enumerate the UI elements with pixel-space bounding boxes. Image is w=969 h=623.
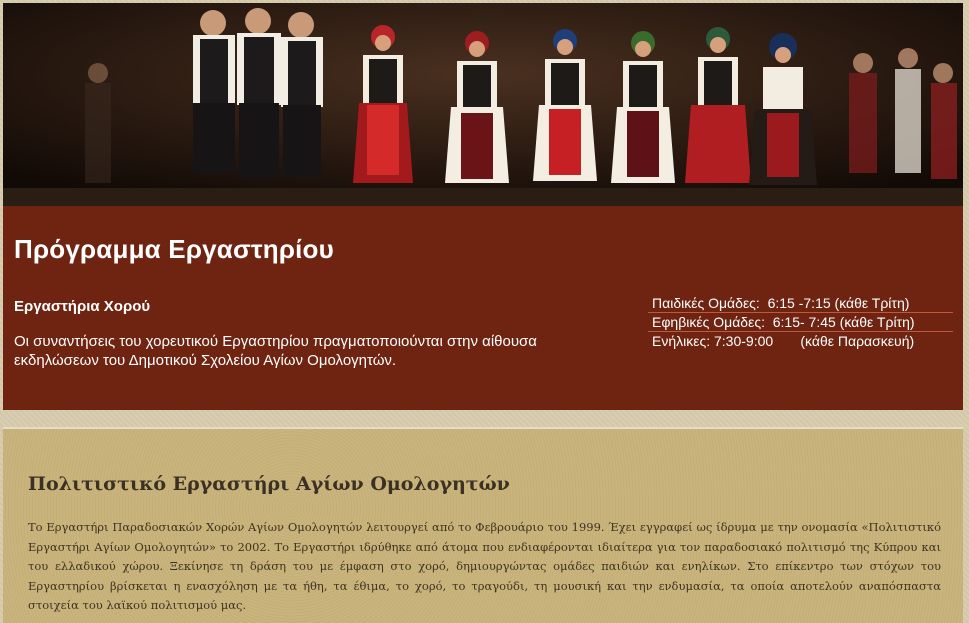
program-panel: Πρόγραμμα Εργαστηρίου Εργαστήρια Χορού Ο… <box>3 206 963 410</box>
culture-section: Πολιτιστικό Εργαστήρι Αγίων Ομολογητών Τ… <box>3 427 963 623</box>
culture-text: Το Εργαστήρι Παραδοσιακών Χορών Αγίων Ομ… <box>28 520 941 612</box>
dance-workshops-description: Οι συναντήσεις του χορευτικού Εργαστηρίο… <box>14 333 537 369</box>
male-dancer-2 <box>237 8 281 178</box>
dancers-illustration <box>3 3 963 206</box>
dance-workshops-heading: Εργαστήρια Χορού <box>14 298 151 315</box>
hero-dancers-photo <box>3 3 963 206</box>
culture-title: Πολιτιστικό Εργαστήρι Αγίων Ομολογητών <box>28 473 510 495</box>
schedule-row-children: Παιδικές Ομάδες: 6:15 -7:15 (κάθε Τρίτη) <box>648 294 953 313</box>
schedule-row-teens: Εφηβικές Ομάδες: 6:15- 7:45 (κάθε Τρίτη) <box>648 313 953 332</box>
program-title: Πρόγραμμα Εργαστηρίου <box>14 234 334 264</box>
schedule-list: Παιδικές Ομάδες: 6:15 -7:15 (κάθε Τρίτη)… <box>648 294 953 350</box>
page: Πρόγραμμα Εργαστηρίου Εργαστήρια Χορού Ο… <box>0 0 969 623</box>
schedule-row-adults: Ενήλικες: 7:30-9:00 (κάθε Παρασκευή) <box>652 333 915 349</box>
